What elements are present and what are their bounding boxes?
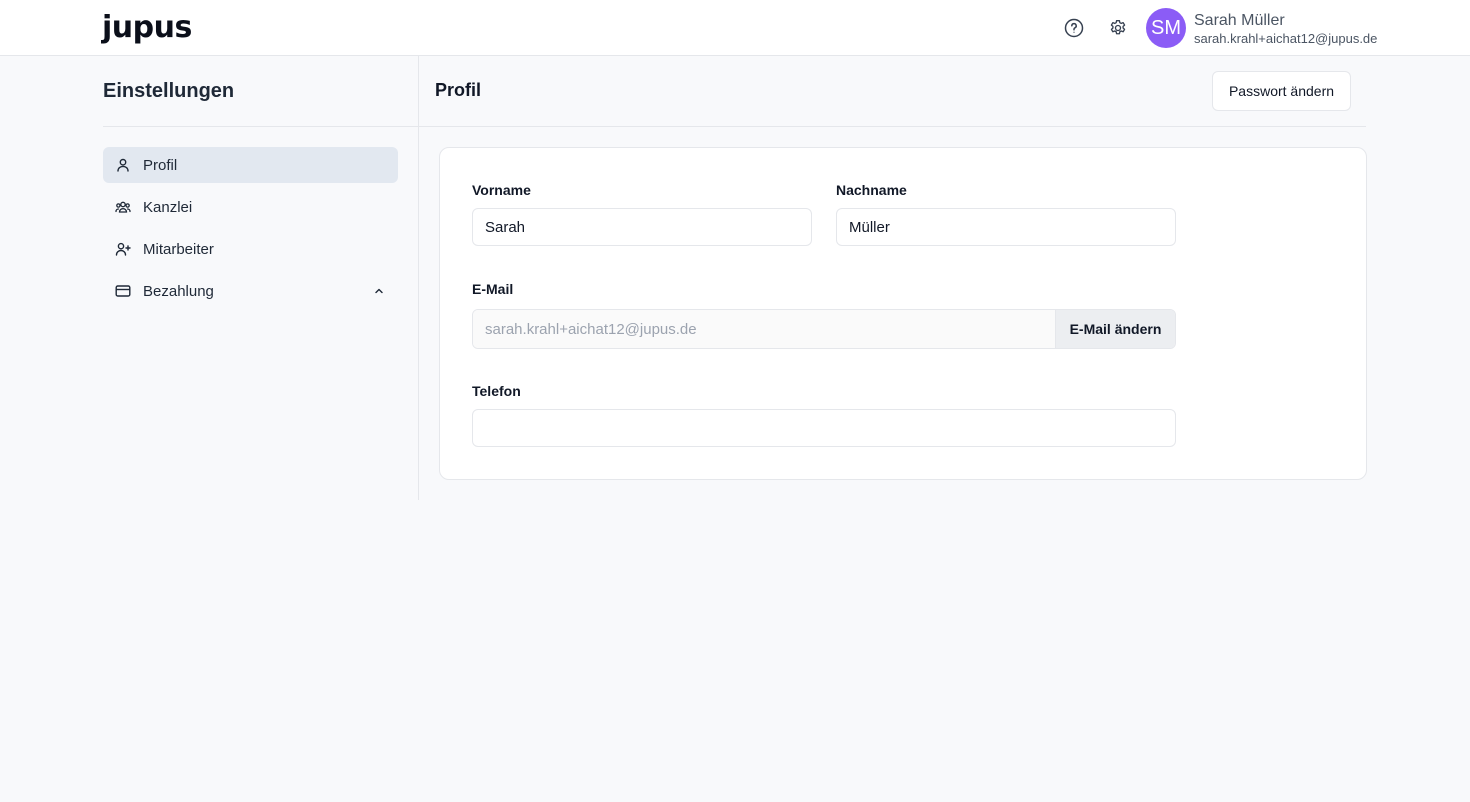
sidebar-item-kanzlei[interactable]: Kanzlei: [103, 189, 398, 225]
last-name-field[interactable]: [836, 208, 1176, 246]
users-icon: [115, 199, 131, 215]
app-logo[interactable]: jupus: [102, 10, 192, 45]
help-icon[interactable]: [1063, 17, 1085, 39]
chevron-up-icon[interactable]: [372, 284, 386, 298]
top-bar: jupus SM Sarah Müller sarah.krahl+aichat…: [0, 0, 1470, 56]
vertical-divider: [418, 56, 419, 500]
user-plus-icon: [115, 241, 131, 257]
sidebar-item-mitarbeiter[interactable]: Mitarbeiter: [103, 231, 398, 267]
first-name-label: Vorname: [472, 182, 531, 198]
sidebar-item-label: Profil: [143, 156, 178, 174]
sidebar-item-bezahlung[interactable]: Bezahlung: [103, 273, 398, 309]
credit-card-icon: [115, 283, 131, 299]
sidebar-item-label: Bezahlung: [143, 282, 214, 300]
email-group: E-Mail ändern: [472, 309, 1176, 349]
first-name-field[interactable]: [472, 208, 812, 246]
phone-field[interactable]: [472, 409, 1176, 447]
user-email: sarah.krahl+aichat12@jupus.de: [1194, 31, 1378, 46]
main-divider: [419, 126, 1366, 127]
user-icon: [115, 157, 131, 173]
user-name: Sarah Müller: [1194, 12, 1285, 29]
change-password-button[interactable]: Passwort ändern: [1212, 71, 1351, 111]
sidebar-title: Einstellungen: [103, 80, 235, 102]
page-title: Profil: [435, 80, 482, 100]
gear-icon[interactable]: [1107, 17, 1129, 39]
change-email-button[interactable]: E-Mail ändern: [1055, 310, 1175, 348]
sidebar-item-label: Kanzlei: [143, 198, 193, 216]
phone-label: Telefon: [472, 383, 521, 399]
email-field[interactable]: [473, 310, 1055, 348]
sidebar-item-profil[interactable]: Profil: [103, 147, 398, 183]
last-name-label: Nachname: [836, 182, 907, 198]
avatar[interactable]: SM: [1146, 8, 1186, 48]
email-label: E-Mail: [472, 281, 514, 297]
sidebar-divider: [103, 126, 419, 127]
sidebar-item-label: Mitarbeiter: [143, 240, 214, 258]
